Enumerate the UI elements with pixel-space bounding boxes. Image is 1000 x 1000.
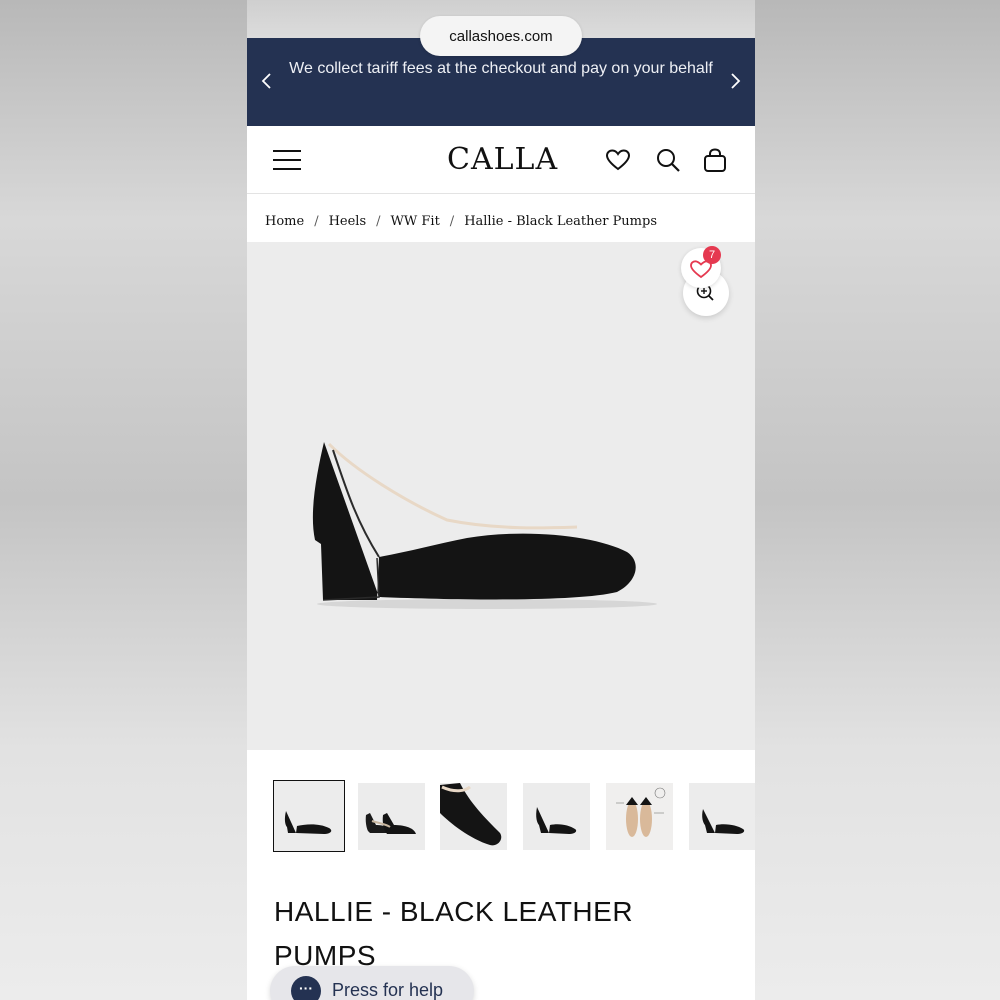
product-title: HALLIE - BLACK LEATHER PUMPS [274,896,634,971]
chevron-right-icon[interactable] [727,70,743,92]
thumbnail-6[interactable] [689,783,755,850]
url-bar[interactable]: callashoes.com [420,16,582,56]
breadcrumb-current: Hallie - Black Leather Pumps [464,213,658,229]
background-left [0,0,247,1000]
chevron-left-icon[interactable] [259,70,275,92]
breadcrumb-heels[interactable]: Heels [329,214,367,229]
thumbnail-3[interactable] [440,783,507,850]
chat-dots-icon: ··· [291,976,321,1000]
breadcrumb-ww-fit[interactable]: WW Fit [391,214,440,229]
site-logo[interactable]: CALLA [447,142,557,178]
breadcrumb-separator: / [376,213,381,229]
shoe-image [312,442,657,609]
banner-text: We collect tariff fees at the checkout a… [289,60,713,77]
thumbnail-2[interactable] [358,783,425,850]
product-main-image[interactable] [247,242,755,750]
site-header: CALLA [247,126,755,194]
wishlist-count-badge: 7 [703,246,721,264]
menu-icon[interactable] [273,150,301,170]
breadcrumb-home[interactable]: Home [265,214,304,229]
breadcrumb: Home / Heels / WW Fit / Hallie - Black L… [265,211,657,231]
search-icon[interactable] [654,146,682,174]
help-button[interactable]: ··· Press for help [270,966,474,1000]
background-right [755,0,1000,1000]
thumbnail-1[interactable] [273,780,345,852]
heart-icon[interactable] [604,146,632,174]
breadcrumb-separator: / [449,213,455,229]
thumbnail-5[interactable] [606,783,673,850]
bag-icon[interactable] [701,146,729,174]
thumbnail-strip [273,780,755,852]
help-label: Press for help [332,980,444,1000]
thumbnail-4[interactable] [523,783,590,850]
breadcrumb-separator: / [314,213,319,229]
mobile-viewport: callashoes.com We collect tariff fees at… [247,0,755,1000]
